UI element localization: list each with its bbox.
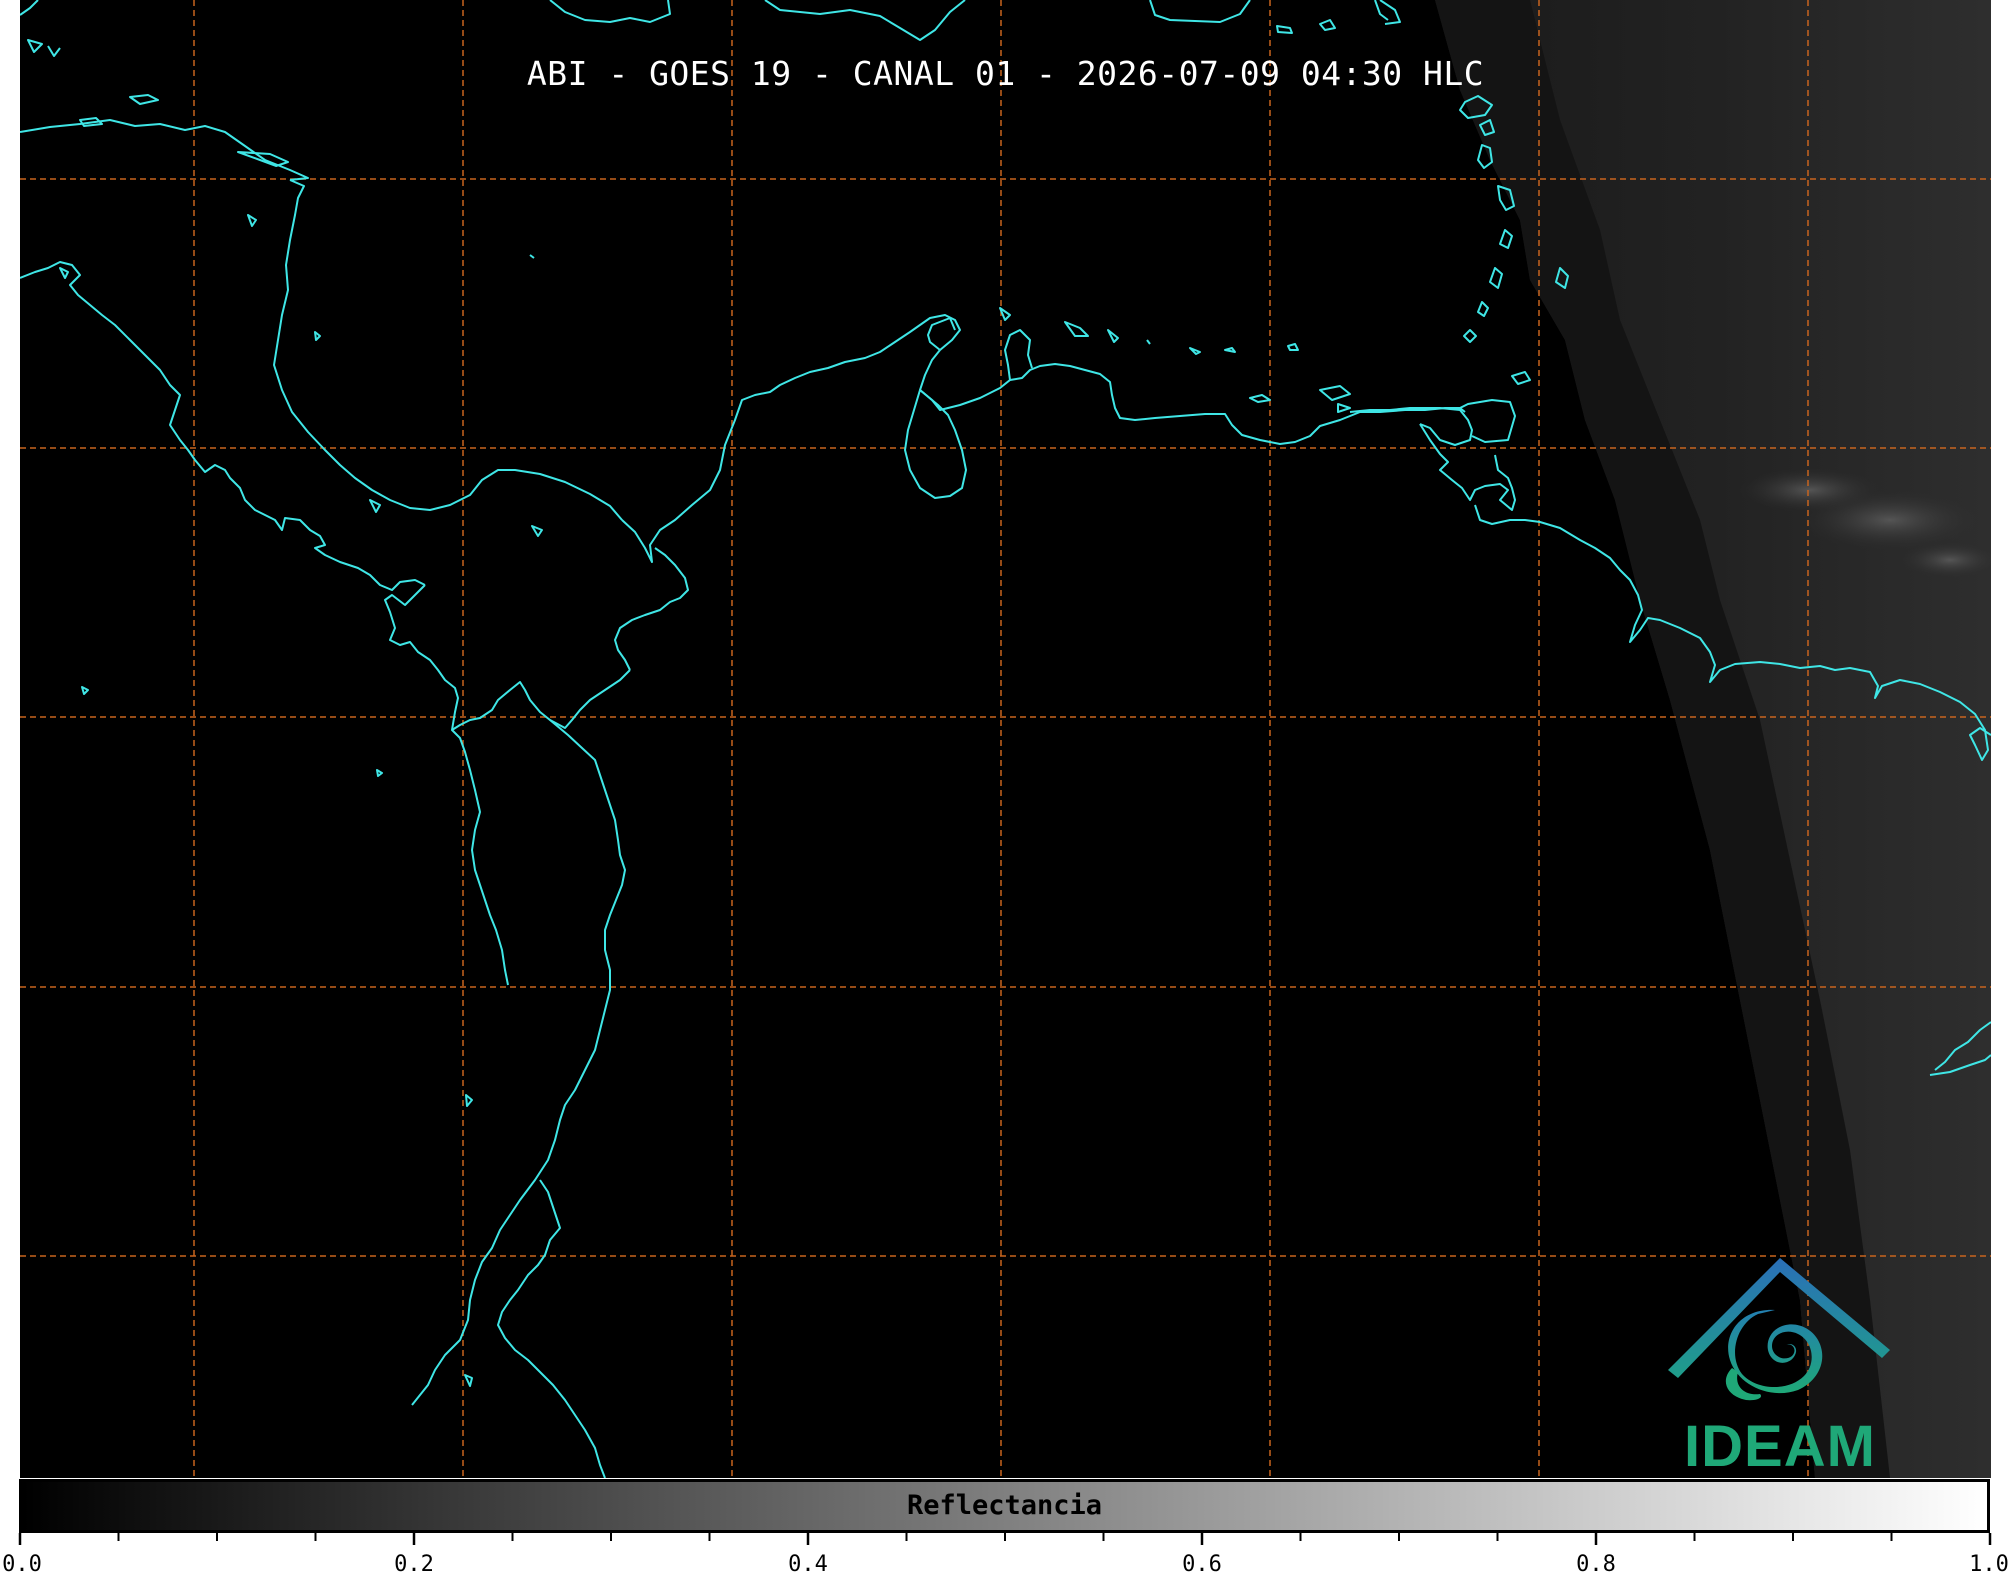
coastline-island [1276,25,1293,34]
coastline-island [1287,343,1299,351]
coastline-guajira [927,317,956,351]
colorbar-label: Reflectancia [906,1490,1103,1521]
coastline-island [1146,339,1151,345]
coastline-island [1107,329,1119,343]
coastline-island [1064,321,1089,337]
coastline-island [1499,229,1513,249]
coastline-island [1379,0,1401,25]
coastline-colombia-pacific-south [497,1179,606,1478]
ideam-emblem [1668,1258,1890,1401]
coastline-gulf-of-panama [451,669,631,731]
coastline-island [1511,371,1531,385]
colorbar-tick-marks [18,1533,1992,1545]
cloud-patch [1740,468,1880,512]
coastline-gorgona-island [465,1094,473,1107]
coastline-island [531,525,543,537]
colorbar-tick-label: 0.4 [788,1552,828,1577]
coastline-central-america-caribbean [273,179,623,521]
coastline-island [1337,403,1351,413]
logo-swirl [1728,1309,1823,1394]
coastline-island [369,499,381,513]
map-title: ABI - GOES 19 - CANAL 01 - 2026-07-09 04… [526,54,1485,93]
coastline-island [129,94,159,105]
coastline-colombia-pacific [411,719,626,1406]
coastline-island [376,769,383,777]
coastline-venezuela-east [1349,407,1473,446]
coastline-puerto-rico [764,0,966,41]
coastline-island [1477,301,1489,317]
coastline-tumaco [464,1374,473,1387]
coastline-island [999,307,1011,321]
coastline-panama-north [621,314,1466,563]
coastline-island [529,254,535,259]
logo-text: IDEAM [1684,1414,1876,1478]
coastline-margarita [1319,385,1351,401]
coastline-island [1319,19,1336,31]
ideam-logo: IDEAM [1660,1250,1900,1478]
colorbar: Reflectancia [19,1479,1990,1533]
colorbar-tick-label: 0.0 [2,1552,42,1577]
coastline-orinoco-delta [1419,423,1516,511]
coastline-island [1249,394,1271,403]
colorbar-tick-label: 0.8 [1576,1552,1616,1577]
coastline-island [27,39,43,53]
colorbar-tick-label: 0.2 [394,1552,434,1577]
coastline-island [81,686,89,695]
coastline-central-america-pacific [384,584,509,986]
coastline-darien [614,547,689,671]
coastline-island [1463,329,1477,343]
colorbar-tick-label: 1.0 [1969,1552,2009,1577]
coastline-mexico-pacific [20,261,426,591]
coastline-yucatan [20,119,309,181]
coastline-cuba-west [20,0,39,16]
coastline-island [1489,267,1503,289]
satellite-image-figure: ABI - GOES 19 - CANAL 01 - 2026-07-09 04… [0,0,2011,1577]
coastline-hispaniola [549,0,671,23]
coastline-island [59,267,69,279]
colorbar-tick-label: 0.6 [1182,1552,1222,1577]
coastline-island [247,214,257,227]
coastline-island [1189,347,1201,355]
coastline-lesser-antilles-north [1149,0,1251,23]
map-panel: ABI - GOES 19 - CANAL 01 - 2026-07-09 04… [20,0,1991,1478]
coastline-island [314,331,321,341]
coastline-island [1224,347,1236,353]
